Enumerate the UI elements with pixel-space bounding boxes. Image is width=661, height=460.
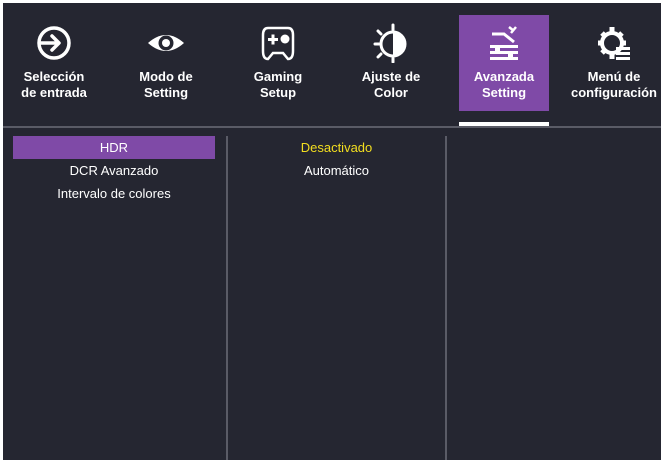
osd-menu: Selección de entrada Modo de Setting Gam…	[3, 3, 661, 460]
settings-gear-icon	[594, 23, 634, 63]
tab-label: Gaming Setup	[253, 69, 303, 100]
tab-settings-menu[interactable]: Menú de configuración	[569, 15, 659, 111]
tab-bar: Selección de entrada Modo de Setting Gam…	[3, 3, 661, 126]
color-adjust-icon	[371, 23, 411, 63]
tab-gaming-setup[interactable]: Gaming Setup	[233, 15, 323, 111]
header-divider	[3, 126, 661, 128]
detail-column	[447, 136, 661, 460]
tab-input-selection[interactable]: Selección de entrada	[9, 15, 99, 111]
tab-color-adjust[interactable]: Ajuste de Color	[346, 15, 436, 111]
tab-label: Modo de Setting	[139, 69, 193, 100]
advanced-setting-icon	[484, 23, 524, 63]
tab-label: Avanzada Setting	[473, 69, 535, 100]
eye-icon	[146, 23, 186, 63]
tab-advanced-setting[interactable]: Avanzada Setting	[459, 15, 549, 111]
menu-item-hdr[interactable]: HDR	[13, 136, 215, 159]
option-desactivado[interactable]: Desactivado	[228, 136, 445, 159]
menu-item-intervalo-de-colores[interactable]: Intervalo de colores	[13, 182, 215, 205]
input-source-icon	[34, 23, 74, 63]
gamepad-icon	[258, 23, 298, 63]
tab-label: Menú de configuración	[571, 69, 657, 100]
menu-column: HDR DCR Avanzado Intervalo de colores	[3, 136, 228, 460]
tab-label: Selección de entrada	[21, 69, 87, 100]
menu-item-dcr-avanzado[interactable]: DCR Avanzado	[13, 159, 215, 182]
tab-setting-mode[interactable]: Modo de Setting	[121, 15, 211, 111]
option-automatico[interactable]: Automático	[228, 159, 445, 182]
options-column: Desactivado Automático	[228, 136, 447, 460]
tab-label: Ajuste de Color	[361, 69, 421, 100]
